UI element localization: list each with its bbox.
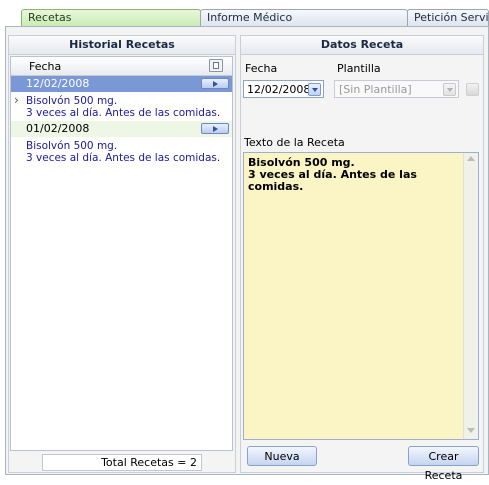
chevron-down-icon[interactable]: [443, 83, 456, 96]
datos-title: Datos Receta: [241, 36, 483, 55]
grid-header: Fecha: [11, 57, 232, 76]
row-text: Bisolvón 500 mg. 3 veces al día. Antes d…: [26, 95, 221, 119]
row-date: 12/02/2008: [11, 76, 232, 92]
plantilla-select[interactable]: [Sin Plantilla]: [334, 80, 459, 98]
table-row[interactable]: 12/02/2008 › Bisolvón 500 mg. 3 veces al…: [11, 76, 232, 119]
export-icon[interactable]: [209, 59, 223, 72]
table-row[interactable]: 01/02/2008 Bisolvón 500 mg. 3 veces al d…: [11, 121, 232, 164]
crear-receta-button[interactable]: Crear Receta: [408, 446, 479, 482]
chevron-down-icon[interactable]: [308, 83, 321, 96]
plantilla-label: Plantilla: [337, 62, 381, 75]
row-indicator-icon: ›: [14, 93, 19, 107]
scroll-up-icon[interactable]: [467, 156, 475, 161]
texto-label: Texto de la Receta: [244, 136, 345, 149]
total-recetas: Total Recetas = 2: [42, 454, 202, 471]
scroll-down-icon[interactable]: [467, 428, 475, 433]
row-text: Bisolvón 500 mg. 3 veces al día. Antes d…: [26, 140, 221, 164]
fecha-field[interactable]: 12/02/2008: [243, 80, 324, 98]
tab-informe-medico[interactable]: Informe Médico: [200, 9, 408, 26]
open-arrow-button[interactable]: [201, 78, 229, 89]
tab-recetas[interactable]: Recetas: [21, 9, 201, 26]
plantilla-action-button[interactable]: [466, 83, 479, 96]
fecha-label: Fecha: [245, 62, 278, 75]
vertical-scrollbar[interactable]: [463, 153, 478, 439]
recetas-grid: Fecha 12/02/2008 › Bisolvón 500 mg. 3 ve…: [10, 56, 233, 451]
column-header-fecha[interactable]: Fecha: [29, 60, 61, 73]
texto-receta-textarea[interactable]: Bisolvón 500 mg. 3 veces al día. Antes d…: [243, 152, 479, 440]
tab-peticion-servicio[interactable]: Petición Servicio: [407, 9, 489, 26]
open-arrow-button[interactable]: [201, 123, 229, 134]
historial-title: Historial Recetas: [9, 36, 235, 55]
nueva-button[interactable]: Nueva: [247, 446, 317, 466]
row-date: 01/02/2008: [11, 121, 232, 137]
texto-receta-content: Bisolvón 500 mg. 3 veces al día. Antes d…: [248, 156, 417, 193]
